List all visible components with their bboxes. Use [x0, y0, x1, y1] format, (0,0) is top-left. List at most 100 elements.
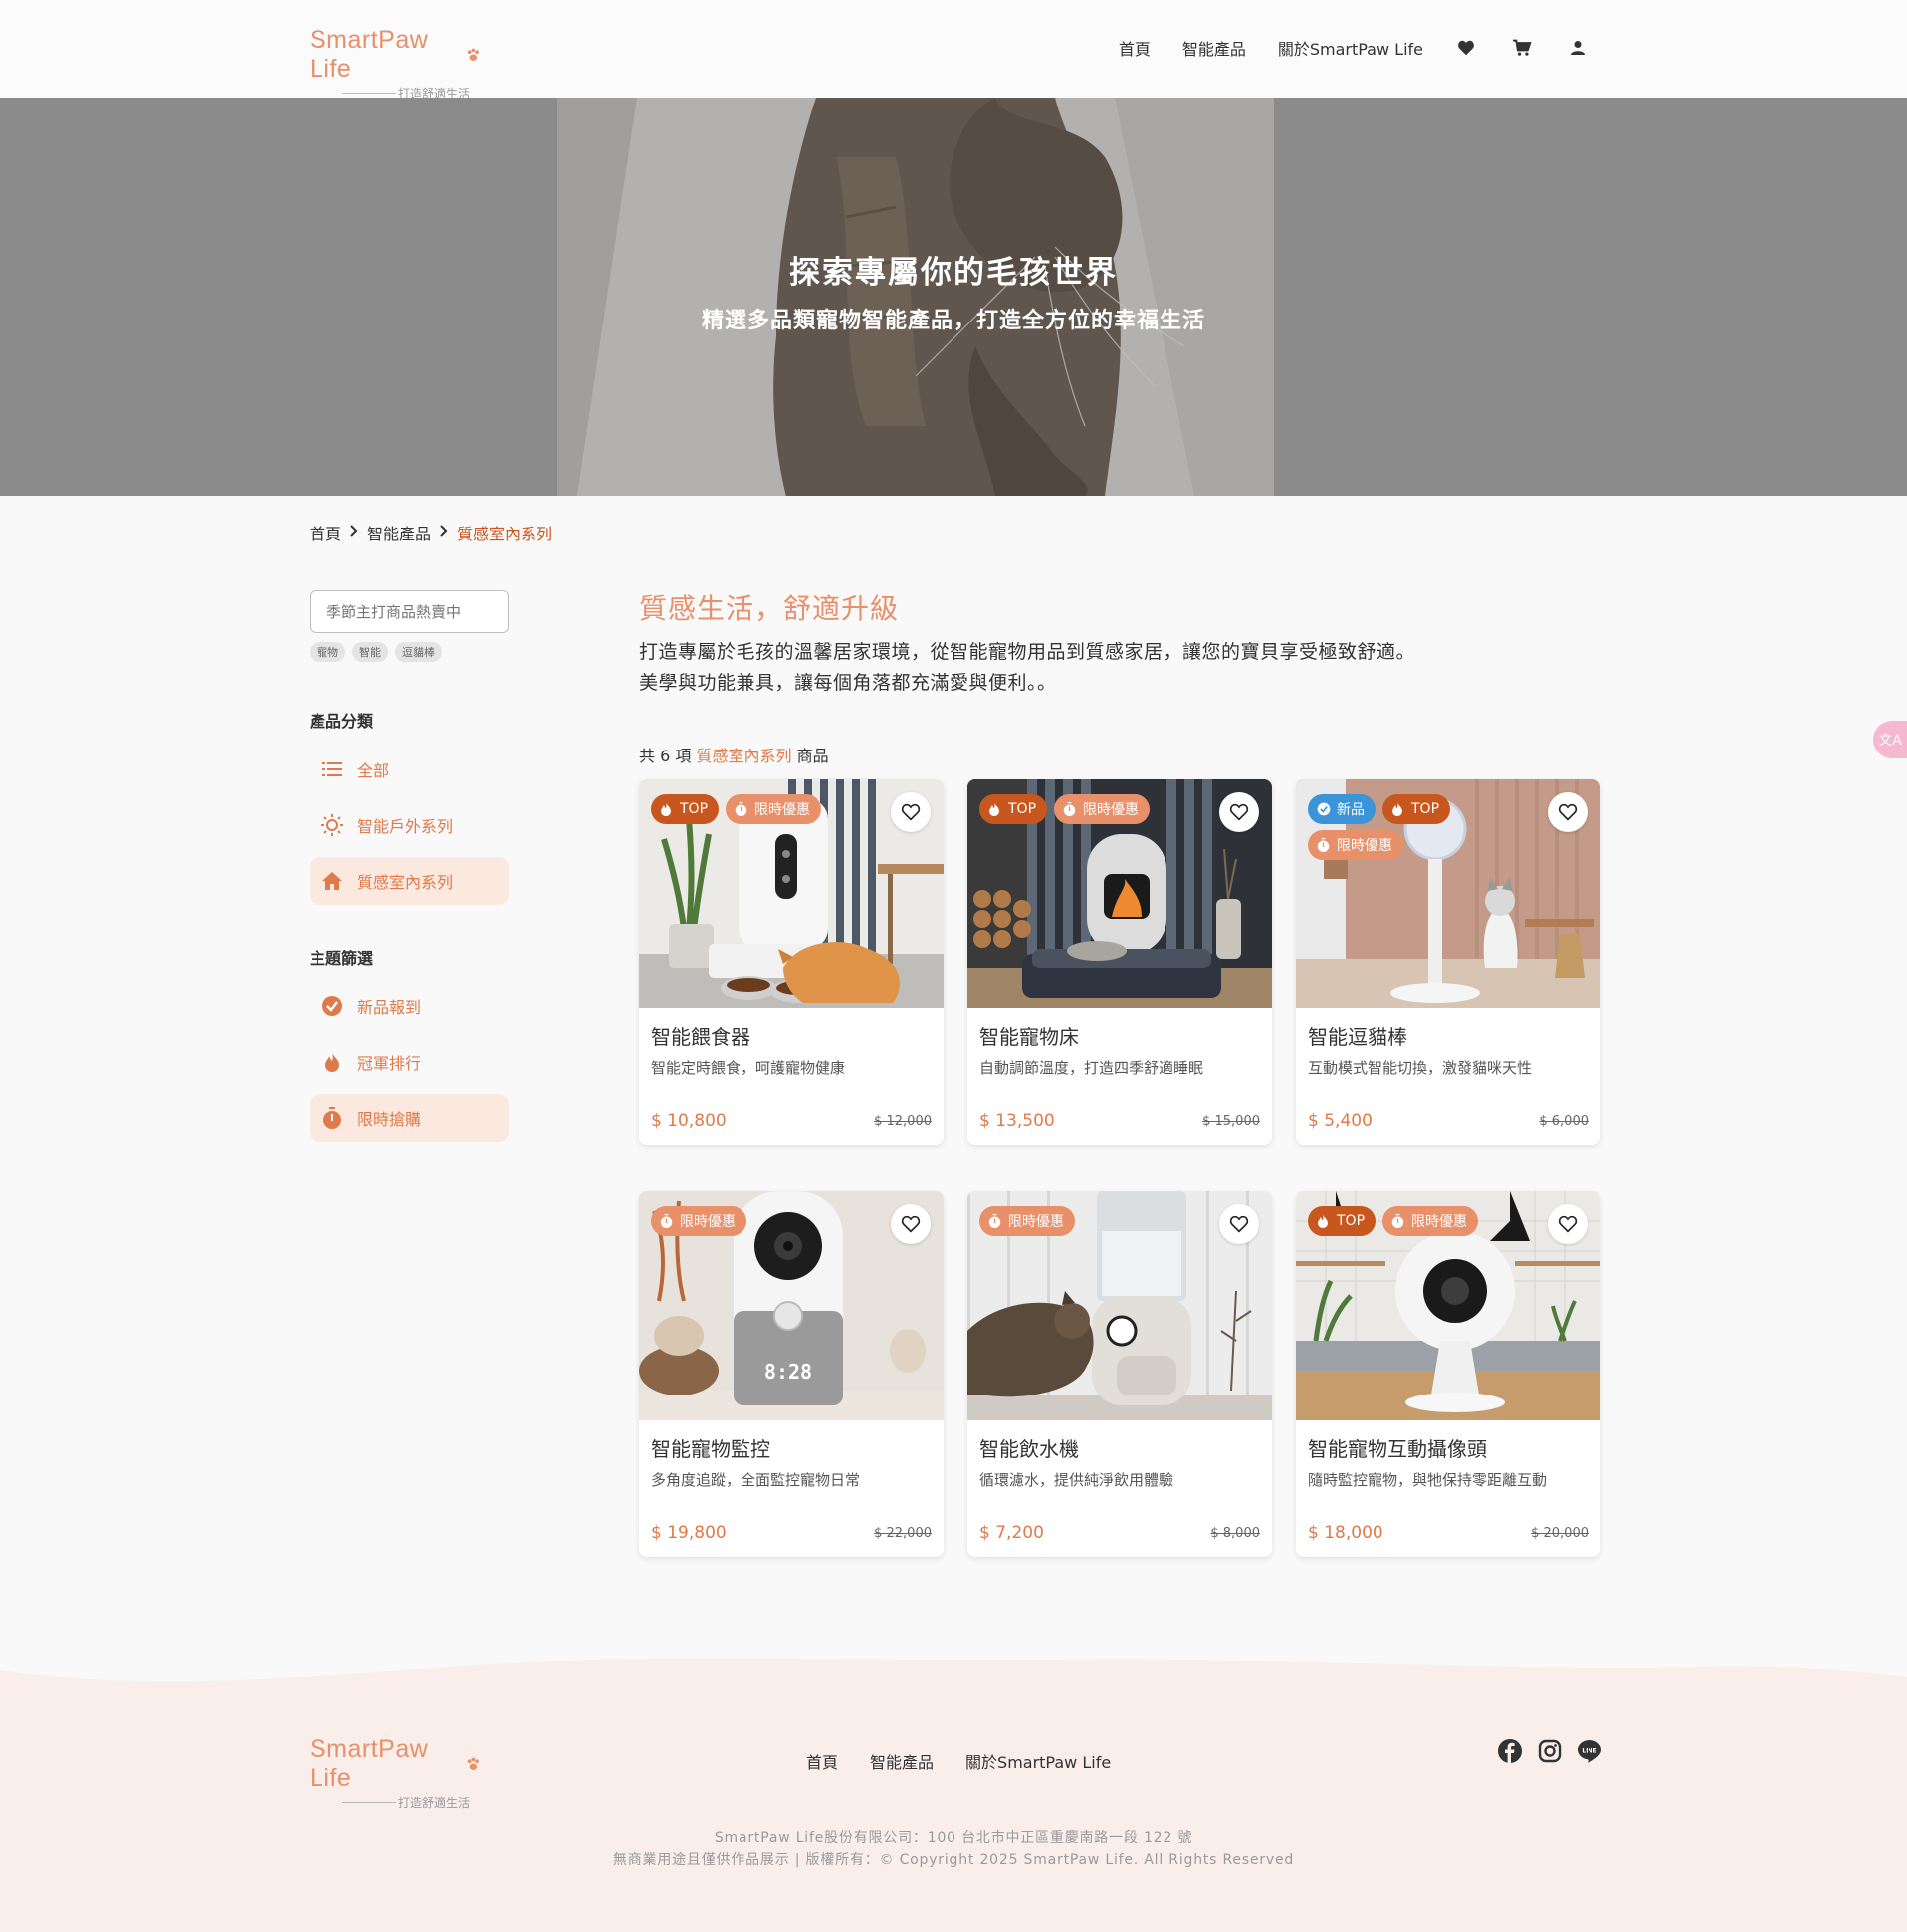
sidebar-item-indoor[interactable]: 質感室內系列 — [310, 857, 509, 905]
footer-nav-home[interactable]: 首頁 — [806, 1749, 838, 1773]
product-desc: 多角度追蹤，全面監控寵物日常 — [651, 1471, 861, 1489]
product-card[interactable]: 新品 TOP 限時優惠 智能逗貓棒 互動模式智能切換，激發貓咪天性 $ 5,40… — [1296, 779, 1600, 1145]
badge-group: TOP 限時優惠 — [979, 794, 1208, 830]
breadcrumb-products[interactable]: 智能產品 — [367, 521, 431, 544]
instagram-icon[interactable] — [1537, 1738, 1563, 1764]
badge-label: TOP — [1411, 801, 1440, 817]
search-tag[interactable]: 寵物 — [310, 642, 345, 662]
heart-icon[interactable] — [1455, 37, 1477, 59]
sale-badge: 限時優惠 — [979, 1206, 1075, 1236]
favorite-button[interactable] — [1548, 792, 1588, 832]
product-name[interactable]: 智能餵食器 — [651, 1021, 944, 1050]
search-input[interactable] — [310, 590, 509, 633]
product-price: $ 7,200 — [979, 1523, 1044, 1543]
timer-icon — [1063, 802, 1077, 816]
heart-outline-icon — [1229, 1215, 1249, 1233]
verified-badge-icon — [321, 995, 343, 1017]
heart-outline-icon — [1229, 803, 1249, 821]
heart-outline-icon — [901, 1215, 921, 1233]
brand-logo[interactable]: SmartPaw Life 打造舒適生活 — [310, 26, 481, 102]
chevron-right-icon — [440, 525, 448, 540]
breadcrumb-current: 質感室內系列 — [457, 525, 553, 543]
breadcrumb: 首頁 智能產品 質感室內系列 — [310, 521, 552, 544]
top-badge: TOP — [651, 794, 720, 824]
facebook-icon[interactable] — [1497, 1738, 1523, 1764]
product-name[interactable]: 智能飲水機 — [979, 1433, 1272, 1462]
footer-info: SmartPaw Life股份有限公司：100 台北市中正區重慶南路一段 122… — [0, 1827, 1907, 1871]
product-price: $ 13,500 — [979, 1111, 1055, 1131]
count-suffix: 商品 — [796, 747, 829, 765]
page-title: 質感生活，舒適升級 — [639, 592, 900, 625]
search-tag[interactable]: 逗貓棒 — [395, 642, 442, 662]
badge-label: 限時優惠 — [1083, 802, 1140, 818]
description-line: 美學與功能兼具，讓每個角落都充滿愛與便利。。 — [639, 672, 1057, 694]
product-desc: 循環濾水，提供純淨飲用體驗 — [979, 1471, 1174, 1489]
product-price: $ 19,800 — [651, 1523, 727, 1543]
timer-icon — [321, 1107, 343, 1129]
line-icon[interactable]: LINE — [1577, 1738, 1602, 1764]
product-desc: 自動調節溫度，打造四季舒適睡眠 — [979, 1059, 1204, 1077]
nav-products[interactable]: 智能產品 — [1182, 36, 1246, 60]
badge-group: 新品 TOP 限時優惠 — [1308, 794, 1537, 866]
footer-wave — [0, 1658, 1907, 1932]
product-original-price: $ 8,000 — [1210, 1526, 1260, 1541]
company-address: SmartPaw Life股份有限公司：100 台北市中正區重慶南路一段 122… — [714, 1830, 1193, 1846]
count-category: 質感室內系列 — [696, 747, 792, 765]
product-card[interactable]: 限時優惠 智能飲水機 循環濾水，提供純淨飲用體驗 $ 7,200 $ 8,000 — [967, 1191, 1272, 1557]
home-icon — [321, 870, 343, 892]
top-badge: TOP — [1382, 794, 1451, 824]
nav-home[interactable]: 首頁 — [1119, 36, 1151, 60]
favorite-button[interactable] — [891, 792, 931, 832]
paw-icon — [468, 48, 480, 61]
brand-name: SmartPaw Life — [310, 1735, 429, 1792]
nav-about[interactable]: 關於SmartPaw Life — [1278, 36, 1423, 60]
product-desc: 互動模式智能切換，激發貓咪天性 — [1308, 1059, 1533, 1077]
product-name[interactable]: 智能寵物互動攝像頭 — [1308, 1433, 1600, 1462]
favorite-button[interactable] — [1548, 1204, 1588, 1244]
product-name[interactable]: 智能逗貓棒 — [1308, 1021, 1600, 1050]
product-card[interactable]: TOP 限時優惠 智能餵食器 智能定時餵食，呵護寵物健康 $ 10,800 $ … — [639, 779, 944, 1145]
badge-label: 限時優惠 — [1337, 838, 1392, 854]
hero-title: 探索專屬你的毛孩世界 — [789, 255, 1118, 291]
sidebar-item-label: 限時搶購 — [357, 1110, 422, 1129]
product-card[interactable]: TOP 限時優惠 智能寵物互動攝像頭 隨時監控寵物，與牠保持零距離互動 $ 18… — [1296, 1191, 1600, 1557]
sidebar-item-flash-sale[interactable]: 限時搶購 — [310, 1094, 509, 1142]
cart-icon[interactable] — [1511, 37, 1533, 59]
favorite-button[interactable] — [891, 1204, 931, 1244]
brand-tagline: 打造舒適生活 — [398, 1796, 471, 1810]
sidebar-item-outdoor[interactable]: 智能戶外系列 — [310, 801, 509, 849]
product-name[interactable]: 智能寵物床 — [979, 1021, 1272, 1050]
product-image: 新品 TOP 限時優惠 — [1296, 779, 1600, 1008]
badge-label: TOP — [1008, 801, 1037, 817]
line-badge-text: LINE — [1582, 1748, 1596, 1755]
badge-label: 限時優惠 — [754, 802, 811, 818]
translate-button[interactable]: 文A — [1873, 721, 1907, 758]
sidebar-item-ranking[interactable]: 冠軍排行 — [310, 1038, 509, 1086]
badge-label: 限時優惠 — [1411, 1214, 1468, 1230]
hero-subtitle: 精選多品類寵物智能產品，打造全方位的幸福生活 — [701, 309, 1205, 333]
footer-nav: 首頁 智能產品 關於SmartPaw Life — [806, 1749, 1143, 1773]
timer-icon — [1391, 1214, 1405, 1228]
product-price: $ 18,000 — [1308, 1523, 1383, 1543]
badge-group: TOP 限時優惠 — [1308, 1206, 1537, 1242]
chevron-right-icon — [350, 525, 358, 540]
footer-nav-about[interactable]: 關於SmartPaw Life — [965, 1749, 1111, 1773]
search-tag[interactable]: 智能 — [352, 642, 388, 662]
favorite-button[interactable] — [1219, 1204, 1259, 1244]
product-card[interactable]: TOP 限時優惠 智能寵物床 自動調節溫度，打造四季舒適睡眠 $ 13,500 … — [967, 779, 1272, 1145]
sale-badge: 限時優惠 — [1382, 1206, 1479, 1236]
user-icon[interactable] — [1567, 37, 1589, 59]
favorite-button[interactable] — [1219, 792, 1259, 832]
sidebar-item-all[interactable]: 全部 — [310, 746, 509, 793]
sidebar-item-label: 冠軍排行 — [357, 1054, 422, 1073]
breadcrumb-home[interactable]: 首頁 — [310, 521, 341, 544]
product-card[interactable]: 8:28 限時優惠 智能寵物監控 多角度追蹤，全面監控寵物日常 $ 19,800… — [639, 1191, 944, 1557]
product-desc: 隨時監控寵物，與牠保持零距離互動 — [1308, 1471, 1548, 1489]
sidebar-item-new[interactable]: 新品報到 — [310, 982, 509, 1030]
verified-badge-icon — [1317, 802, 1331, 816]
footer-nav-products[interactable]: 智能產品 — [870, 1749, 934, 1773]
product-original-price: $ 20,000 — [1531, 1526, 1589, 1541]
description-line: 打造專屬於毛孩的溫馨居家環境，從智能寵物用品到質感家居，讓您的寶貝享受極致舒適。 — [639, 641, 1416, 663]
footer-logo[interactable]: SmartPaw Life 打造舒適生活 — [310, 1735, 481, 1811]
product-name[interactable]: 智能寵物監控 — [651, 1433, 944, 1462]
